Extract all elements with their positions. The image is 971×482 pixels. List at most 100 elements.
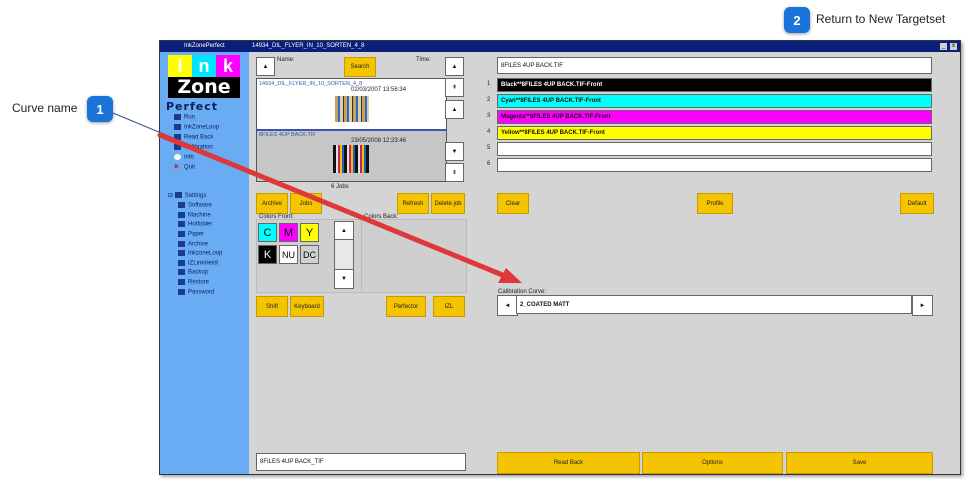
logo-letter-k: k <box>216 55 240 77</box>
nav-item-run[interactable]: Run <box>174 114 195 121</box>
edit-icon <box>178 279 185 285</box>
nav-label: Paper <box>188 231 205 238</box>
search-button[interactable]: Search <box>344 57 376 77</box>
nav-item-info[interactable]: Info <box>174 154 194 161</box>
time-label: Time: <box>416 57 431 63</box>
settings-group[interactable]: ⊟ Settings <box>168 192 206 199</box>
color-m-button[interactable]: M <box>279 223 298 242</box>
scroll-up-button[interactable]: ▲ <box>256 57 275 76</box>
settings-icon <box>174 192 182 199</box>
page-down-button[interactable]: ▼ <box>445 142 464 161</box>
edit-icon <box>178 289 185 295</box>
nav-item-inkzoneloop[interactable]: InkZoneLoop <box>174 124 219 131</box>
settings-item-backup[interactable]: Backup <box>178 269 208 276</box>
settings-item-paper[interactable]: Paper <box>178 231 204 238</box>
sort-up-button[interactable]: ▲ <box>445 57 464 76</box>
job-name-field[interactable]: 8FILES 4UP BACK_TIF <box>256 453 466 471</box>
title-bar: InkZonePerfect 14934_DIL_FLYER_IN_10_SOR… <box>160 41 960 52</box>
separation-field-yellow[interactable]: Yellow**8FILES 4UP BACK.TIF-Front <box>497 126 932 140</box>
color-k-button[interactable]: K <box>258 245 277 264</box>
separation-number: 6 <box>487 161 491 167</box>
perfector-button[interactable]: Perfector <box>386 296 426 317</box>
colors-scroll-down[interactable]: ▼ <box>334 269 354 289</box>
clear-button[interactable]: Clear <box>497 193 529 214</box>
default-button[interactable]: Default <box>900 193 934 214</box>
close-button[interactable]: x <box>950 43 957 50</box>
collapse-icon: ⊟ <box>168 193 174 199</box>
nav-item-quit[interactable]: × Quit <box>174 162 196 171</box>
shift-button[interactable]: Shift <box>256 296 288 317</box>
job-time: 02/03/2007 13:56:34 <box>351 87 407 93</box>
izl-button[interactable]: IZL <box>433 296 465 317</box>
color-c-button[interactable]: C <box>258 223 277 242</box>
page-top-button[interactable]: ⇞ <box>445 78 464 97</box>
settings-item-password[interactable]: Password <box>178 289 214 296</box>
read-back-icon <box>174 134 181 140</box>
job-item-selected[interactable]: 8FILES 4UP BACK.TIF 23/05/2008 12:23:46 <box>257 131 446 181</box>
curve-prev-button[interactable]: ◄ <box>497 295 518 316</box>
save-button[interactable]: Save <box>786 452 933 474</box>
job-item[interactable]: 14934_DIL_FLYER_IN_10_SORTEN_4_8 02/03/2… <box>257 79 446 131</box>
colors-front-label: Colors Front: <box>259 214 294 220</box>
app-window: InkZonePerfect 14934_DIL_FLYER_IN_10_SOR… <box>159 40 961 475</box>
nav-label: Archive <box>188 241 209 248</box>
target-header-field: 8FILES 4UP BACK.TIF <box>497 57 932 74</box>
separation-number: 5 <box>487 145 491 151</box>
job-list: 14934_DIL_FLYER_IN_10_SORTEN_4_8 02/03/2… <box>256 78 447 182</box>
name-label: Name: <box>277 57 295 63</box>
delete-job-button[interactable]: Delete job <box>431 193 465 214</box>
separation-field-6[interactable] <box>497 158 932 172</box>
info-icon <box>174 154 181 160</box>
document-title: 14934_DIL_FLYER_IN_10_SORTEN_4_8 <box>252 43 365 49</box>
color-y-button[interactable]: Y <box>300 223 319 242</box>
app-title: InkZonePerfect <box>184 43 225 49</box>
settings-item-hotfolder[interactable]: Hotfolder <box>178 221 212 228</box>
separation-number: 4 <box>487 129 491 135</box>
ink-zone-perfect-logo: I n k Zone Perfect <box>166 55 246 113</box>
settings-item-restore[interactable]: Restore <box>178 279 209 286</box>
calibration-icon <box>174 144 181 150</box>
options-button[interactable]: Options <box>642 452 783 474</box>
edit-icon <box>178 260 185 266</box>
nav-label: Quit <box>184 164 196 171</box>
nav-item-calibration[interactable]: Calibration <box>174 144 213 151</box>
page-up-button[interactable]: ▲ <box>445 100 464 119</box>
nav-item-read-back[interactable]: Read Back <box>174 134 213 141</box>
separation-number: 2 <box>487 97 491 103</box>
keyboard-button[interactable]: Keyboard <box>290 296 324 317</box>
settings-item-software[interactable]: Software <box>178 202 212 209</box>
color-nu-button[interactable]: NU <box>279 245 298 264</box>
read-back-button[interactable]: Read Back <box>497 452 640 474</box>
edit-icon <box>178 250 185 256</box>
nav-label: Read Back <box>184 134 214 141</box>
nav-label: Backup <box>188 269 209 276</box>
settings-item-machine[interactable]: Machine <box>178 212 211 219</box>
curve-name-field[interactable]: 2_COATED MATT <box>516 295 912 314</box>
settings-item-archive[interactable]: Archive <box>178 241 208 248</box>
curve-next-button[interactable]: ► <box>912 295 933 316</box>
separation-field-5[interactable] <box>497 142 932 156</box>
jobs-button[interactable]: Jobs <box>290 193 322 214</box>
settings-item-izlinkheidi[interactable]: IZLinkHeidi <box>178 260 218 267</box>
profile-button[interactable]: Profile <box>697 193 733 214</box>
separation-field-magenta[interactable]: Magenta**8FILES 4UP BACK.TIF-Front <box>497 110 932 124</box>
refresh-button[interactable]: Refresh <box>397 193 429 214</box>
page-bottom-button[interactable]: ⇟ <box>445 163 464 182</box>
settings-item-inkzoneloop[interactable]: InkzoneLoop <box>178 250 222 257</box>
job-time: 23/05/2008 12:23:46 <box>351 138 407 144</box>
color-dc-button[interactable]: DC <box>300 245 319 264</box>
minimize-button[interactable]: _ <box>940 43 947 50</box>
separation-field-black[interactable]: Black**8FILES 4UP BACK.TIF-Front <box>497 78 932 92</box>
job-name: 14934_DIL_FLYER_IN_10_SORTEN_4_8 <box>259 81 363 87</box>
colors-back-panel <box>361 219 467 293</box>
job-thumbnail <box>333 145 369 173</box>
colors-scroll-up[interactable]: ▲ <box>334 221 354 240</box>
archive-button[interactable]: Archive <box>256 193 288 214</box>
callout-2-label: Return to New Targetset <box>816 12 946 26</box>
separation-number: 3 <box>487 113 491 119</box>
separation-field-cyan[interactable]: Cyan**8FILES 4UP BACK.TIF-Front <box>497 94 932 108</box>
job-thumbnail <box>335 96 369 122</box>
edit-icon <box>178 202 185 208</box>
nav-label: Machine <box>188 212 211 219</box>
quit-x-icon: × <box>174 162 179 171</box>
